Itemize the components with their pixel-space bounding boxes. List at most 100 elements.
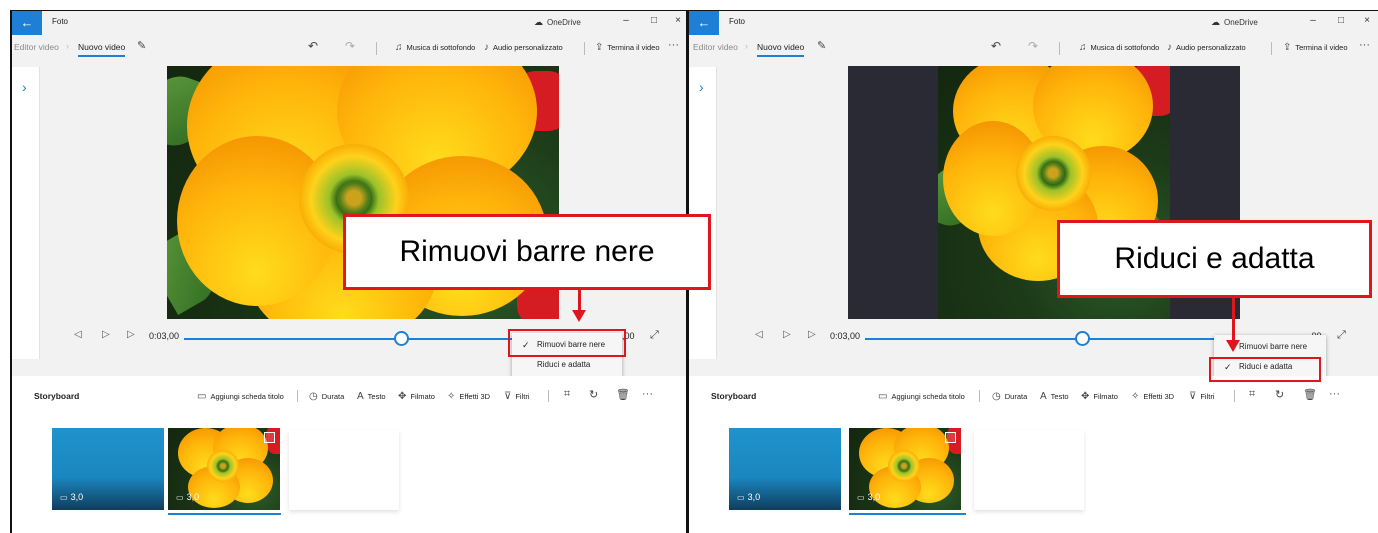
back-button[interactable]: ← (12, 11, 42, 35)
onedrive-button[interactable]: ☁ OneDrive (534, 17, 581, 28)
text-button[interactable]: A Testo (1040, 391, 1069, 402)
motion-button[interactable]: ✥ Filmato (398, 391, 435, 402)
effects-3d-button[interactable]: ✧ Effetti 3D (447, 391, 490, 402)
menu-item-label: Riduci e adatta (537, 360, 591, 369)
play-icon[interactable]: ▷ (102, 329, 110, 340)
play-icon[interactable]: ▷ (783, 329, 791, 340)
next-frame-icon[interactable]: ▷ (808, 329, 816, 340)
close-button[interactable]: × (668, 15, 686, 26)
fullscreen-icon[interactable]: ⤢ (1337, 329, 1346, 342)
music-note-icon: ♫ (395, 42, 403, 53)
export-icon: ⇪ (1283, 42, 1292, 53)
menu-item-shrink-to-fit[interactable]: Riduci e adatta (512, 355, 622, 375)
motion-button[interactable]: ✥ Filmato (1081, 391, 1118, 402)
maximize-button[interactable]: □ (644, 15, 664, 26)
custom-audio-button[interactable]: ♪ Audio personalizzato (484, 42, 563, 53)
title-card-icon: ▭ (878, 391, 888, 402)
pencil-icon[interactable]: ✎ (137, 39, 146, 52)
storyboard-more-icon[interactable]: ··· (642, 388, 653, 400)
more-options-icon[interactable]: ··· (668, 39, 679, 51)
storyboard-clip-title-card[interactable]: ▭ 3,0 (52, 428, 164, 510)
background-music-button[interactable]: ♫ Musica di sottofondo (1079, 42, 1159, 53)
image-icon: ▭ (60, 493, 68, 502)
redo-icon[interactable]: ↷ (1028, 39, 1038, 53)
resize-icon[interactable]: ⌗ (564, 388, 570, 401)
redo-icon[interactable]: ↷ (345, 39, 355, 53)
rotate-icon[interactable]: ↻ (589, 388, 598, 401)
storyboard-empty-slot[interactable] (289, 430, 399, 510)
storyboard-empty-slot[interactable] (974, 430, 1084, 510)
clip-select-checkbox[interactable] (264, 432, 275, 443)
seek-knob[interactable] (394, 331, 409, 346)
undo-icon[interactable]: ↶ (991, 39, 1001, 53)
editor-toolbar: Editor video › Nuovo video ✎ ↶ ↷ ♫ Musica… (689, 35, 1378, 61)
breadcrumb-editor-video[interactable]: Editor video (693, 42, 738, 52)
onedrive-label: OneDrive (547, 18, 581, 27)
add-title-card-button[interactable]: ▭ Aggiungi scheda titolo (878, 391, 965, 402)
maximize-button[interactable]: □ (1331, 15, 1351, 26)
text-button[interactable]: A Testo (357, 391, 386, 402)
back-arrow-icon: ← (697, 15, 711, 30)
callout-remove-black-bars: Rimuovi barre nere (343, 214, 711, 290)
current-time: 0:03,00 (830, 331, 861, 341)
clock-icon: ◷ (992, 391, 1001, 402)
back-button[interactable]: ← (689, 11, 719, 35)
duration-button[interactable]: ◷ Durata (992, 391, 1027, 402)
annotation-arrow-line (1232, 298, 1235, 342)
motion-icon: ✥ (398, 391, 407, 402)
previous-frame-icon[interactable]: ◁ (74, 329, 82, 340)
custom-audio-icon: ♪ (484, 42, 489, 53)
breadcrumb-editor-video[interactable]: Editor video (14, 42, 59, 52)
storyboard-divider (297, 390, 298, 402)
storyboard-clip-title-card[interactable]: ▭ 3,0 (729, 428, 841, 510)
breadcrumb-separator: › (745, 41, 748, 51)
rotate-icon[interactable]: ↻ (1275, 388, 1284, 401)
storyboard-more-icon[interactable]: ··· (1329, 388, 1340, 400)
selected-clip-indicator (168, 513, 281, 515)
fullscreen-icon[interactable]: ⤢ (650, 329, 659, 342)
custom-audio-button[interactable]: ♪ Audio personalizzato (1167, 42, 1246, 53)
onedrive-button[interactable]: ☁ OneDrive (1211, 17, 1258, 28)
storyboard-divider (1234, 390, 1235, 402)
undo-icon[interactable]: ↶ (308, 39, 318, 53)
storyboard-divider (979, 390, 980, 402)
toolbar-divider (1271, 42, 1272, 55)
next-frame-icon[interactable]: ▷ (127, 329, 135, 340)
seek-bar[interactable] (865, 338, 1215, 340)
chevron-right-icon[interactable]: › (699, 79, 704, 95)
filters-button[interactable]: ⊽ Filtri (1189, 391, 1215, 402)
pencil-icon[interactable]: ✎ (817, 39, 826, 52)
chevron-right-icon[interactable]: › (22, 79, 27, 95)
highlight-shrink-to-fit (1209, 357, 1321, 382)
delete-icon[interactable]: 🗑 (616, 388, 630, 401)
add-title-card-button[interactable]: ▭ Aggiungi scheda titolo (197, 391, 284, 402)
effects-3d-button[interactable]: ✧ Effetti 3D (1131, 391, 1174, 402)
more-options-icon[interactable]: ··· (1359, 39, 1370, 51)
finish-video-button[interactable]: ⇪ Termina il video (595, 42, 660, 53)
seek-bar[interactable] (184, 338, 534, 340)
storyboard-clip-photo[interactable]: ▭ 3,0 (168, 428, 280, 510)
clip-select-checkbox[interactable] (945, 432, 956, 443)
resize-icon[interactable]: ⌗ (1249, 388, 1255, 401)
background-music-button[interactable]: ♫ Musica di sottofondo (395, 42, 475, 53)
library-collapse-panel[interactable]: › (12, 67, 40, 359)
breadcrumb-separator: › (66, 41, 69, 51)
storyboard-divider (548, 390, 549, 402)
minimize-button[interactable]: – (616, 15, 636, 26)
duration-button[interactable]: ◷ Durata (309, 391, 344, 402)
effects-3d-icon: ✧ (1131, 391, 1140, 402)
library-collapse-panel[interactable]: › (689, 67, 717, 359)
storyboard-title: Storyboard (711, 391, 757, 401)
seek-knob[interactable] (1075, 331, 1090, 346)
finish-video-button[interactable]: ⇪ Termina il video (1283, 42, 1348, 53)
breadcrumb-current-project: Nuovo video (78, 42, 126, 57)
previous-frame-icon[interactable]: ◁ (755, 329, 763, 340)
close-button[interactable]: × (1357, 15, 1377, 26)
delete-icon[interactable]: 🗑 (1303, 388, 1317, 401)
music-note-icon: ♫ (1079, 42, 1087, 53)
app-title: Foto (52, 17, 69, 26)
minimize-button[interactable]: – (1303, 15, 1323, 26)
filters-button[interactable]: ⊽ Filtri (504, 391, 530, 402)
storyboard-clip-photo[interactable]: ▭ 3,0 (849, 428, 961, 510)
toolbar-divider (584, 42, 585, 55)
